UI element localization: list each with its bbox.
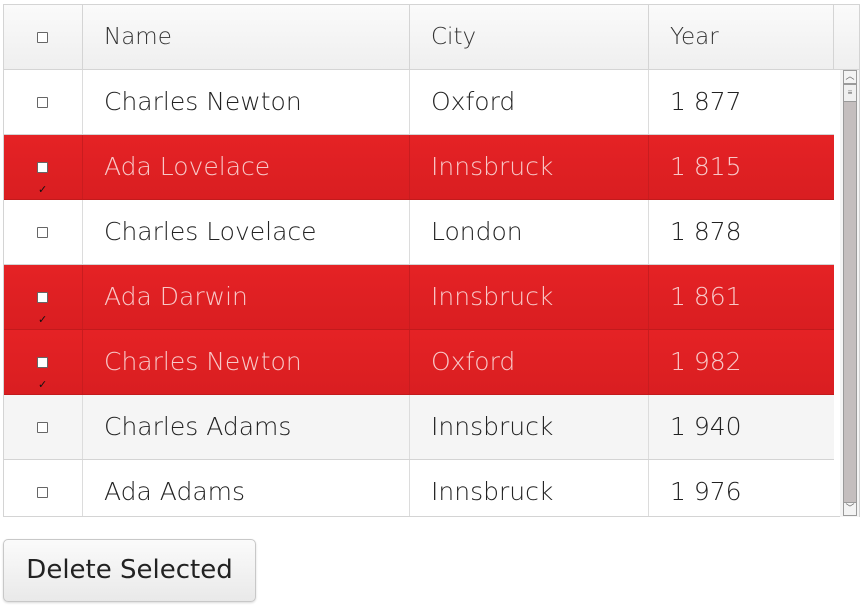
table-row[interactable]: Charles Adams Innsbruck 1 940	[4, 395, 834, 460]
year-cell: 1 940	[670, 412, 742, 441]
scrollbar-thumb[interactable]: ≡	[843, 84, 857, 102]
column-header-name[interactable]: Name	[83, 5, 410, 69]
name-cell: Charles Newton	[83, 70, 410, 134]
grid-body: Charles NewtonOxford1 877Ada LovelaceInn…	[4, 70, 834, 516]
row-select-cell	[4, 265, 83, 352]
name-cell: Charles Adams	[83, 395, 410, 459]
header-spacer	[834, 5, 859, 69]
city-cell: Innsbruck	[410, 460, 649, 516]
row-checkbox[interactable]	[37, 288, 48, 352]
row-select-cell	[4, 200, 83, 264]
city-cell: Innsbruck	[410, 265, 649, 329]
year-cell: 1 861	[670, 282, 742, 311]
year-cell: 1 877	[670, 87, 742, 116]
column-header-city[interactable]: City	[410, 5, 649, 69]
city-cell: Innsbruck	[410, 135, 649, 199]
table-row[interactable]: Charles Newton Oxford 1 877	[4, 70, 834, 135]
row-checkbox[interactable]	[37, 97, 48, 108]
name-cell: Ada Lovelace	[83, 135, 410, 199]
table-row[interactable]: Ada DarwinInnsbruck 1 861	[4, 265, 834, 352]
table-row[interactable]: Ada LovelaceInnsbruck 1 815	[4, 135, 834, 222]
vertical-scrollbar[interactable]: ︿ ≡ ﹀	[840, 70, 859, 517]
row-select-cell	[4, 395, 83, 459]
scrollbar-track[interactable]	[843, 102, 857, 502]
city-cell: Innsbruck	[410, 395, 649, 459]
city-cell: London	[410, 200, 649, 264]
name-cell: Charles Lovelace	[83, 200, 410, 264]
row-checkbox[interactable]	[37, 487, 48, 498]
table-row[interactable]: Ada Adams Innsbruck 1 976	[4, 460, 834, 516]
row-select-cell	[4, 330, 83, 417]
city-cell: Oxford	[410, 70, 649, 134]
row-checkbox[interactable]	[37, 158, 48, 222]
year-cell: 1 976	[670, 477, 742, 506]
name-cell: Charles Newton	[83, 330, 410, 394]
row-select-cell	[4, 135, 83, 222]
delete-selected-button[interactable]: Delete Selected	[3, 539, 256, 602]
grid-header: Name City Year	[4, 5, 859, 70]
select-all-checkbox[interactable]	[37, 32, 48, 43]
name-cell: Ada Adams	[83, 460, 410, 516]
row-checkbox[interactable]	[37, 353, 48, 417]
name-cell: Ada Darwin	[83, 265, 410, 329]
table-row[interactable]: Charles NewtonOxford 1 982	[4, 330, 834, 417]
year-cell: 1 878	[670, 217, 742, 246]
year-cell: 1 815	[670, 152, 742, 181]
data-grid: Name City Year Charles Newton Oxford 1 877…	[3, 4, 860, 517]
row-checkbox[interactable]	[37, 227, 48, 238]
chevron-down-icon[interactable]: ﹀	[843, 502, 857, 516]
table-row[interactable]: Charles Lovelace London 1 878	[4, 200, 834, 265]
row-checkbox[interactable]	[37, 422, 48, 433]
city-cell: Oxford	[410, 330, 649, 394]
chevron-up-icon[interactable]: ︿	[843, 70, 857, 84]
year-cell: 1 982	[670, 347, 742, 376]
column-header-year[interactable]: Year	[649, 5, 834, 69]
row-select-cell	[4, 70, 83, 134]
row-select-cell	[4, 460, 83, 516]
header-select-cell	[4, 5, 83, 69]
